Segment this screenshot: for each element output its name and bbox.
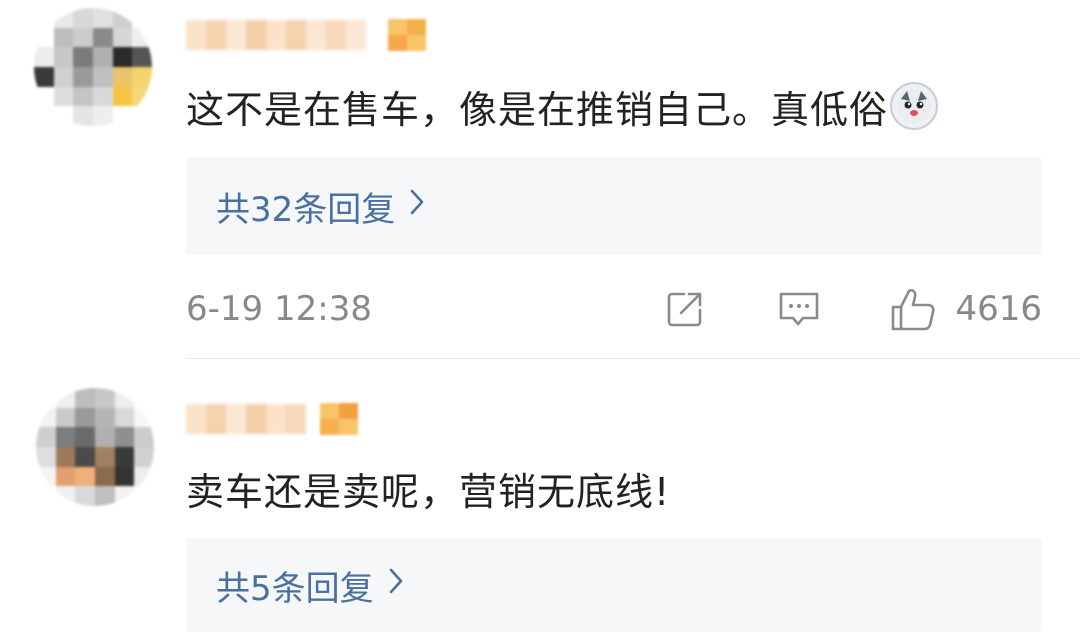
chevron-right-icon [388, 567, 404, 603]
username-blurred [186, 20, 366, 50]
husky-emoji-icon [890, 82, 939, 130]
user-badge-icon [320, 403, 358, 435]
like-count: 4616 [955, 289, 1042, 329]
replies-label: 共32条回复 [216, 189, 396, 230]
edit-icon[interactable] [663, 287, 707, 331]
chevron-right-icon [409, 188, 425, 224]
username[interactable] [186, 19, 426, 51]
view-replies-button[interactable]: 共5条回复 [186, 538, 1042, 632]
replies-label: 共5条回复 [216, 568, 374, 609]
avatar[interactable] [34, 8, 152, 126]
username-blurred [186, 404, 306, 434]
comment-meta: 6-19 12:38 4616 [186, 283, 1042, 335]
comment-text: 这不是在售车，像是在推销自己。真低俗 [186, 80, 939, 132]
avatar[interactable] [36, 388, 154, 506]
username[interactable] [186, 403, 358, 435]
comment-icon[interactable] [777, 287, 821, 331]
thumbs-up-icon[interactable] [889, 285, 937, 333]
timestamp: 6-19 12:38 [186, 289, 372, 329]
view-replies-button[interactable]: 共32条回复 [186, 157, 1042, 255]
comment-text: 卖车还是卖呢，营销无底线! [186, 469, 671, 514]
user-badge-icon [388, 19, 426, 51]
divider [186, 358, 1080, 359]
comment-actions: 4616 [663, 283, 1042, 335]
